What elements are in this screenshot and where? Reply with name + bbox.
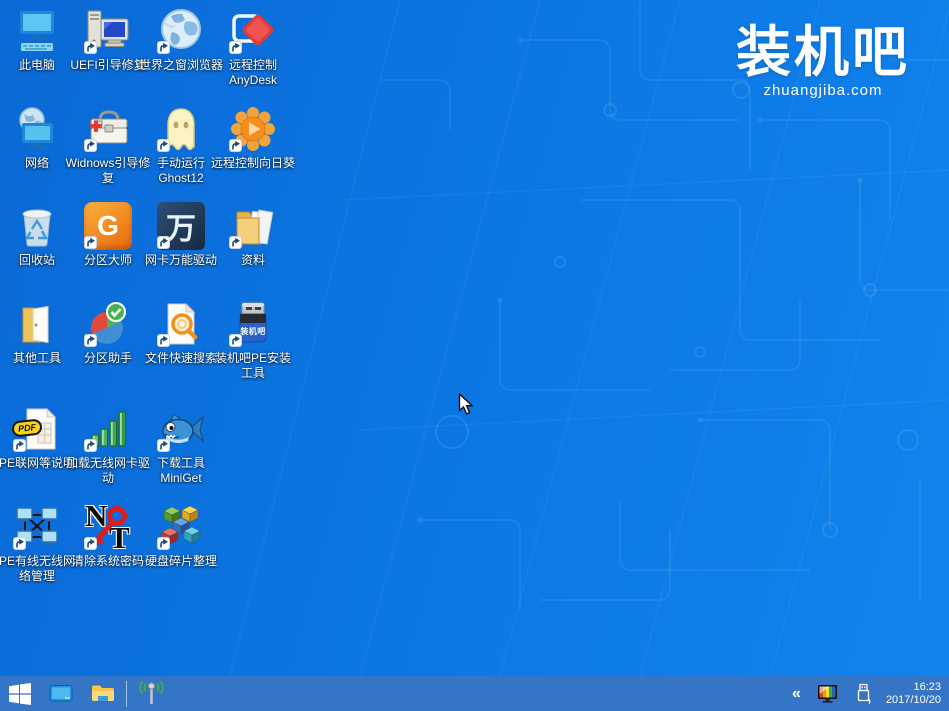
desktop-icon-diskgenius[interactable]: G 分区大师: [72, 202, 144, 268]
shortcut-arrow-overlay: [157, 41, 170, 54]
tray-expand-button[interactable]: «: [785, 676, 808, 711]
desktop-icon-documents-folder[interactable]: 资料: [217, 202, 289, 268]
pdf-badge-glyph: PDF: [18, 422, 37, 434]
start-button[interactable]: [0, 676, 40, 711]
icon-label: 硬盘碎片整理: [138, 554, 224, 569]
desktop-icon-zhuangjiba-pe-installer[interactable]: 装机吧 装机吧PE安装工具: [217, 300, 289, 381]
usb-device-icon: [856, 683, 871, 704]
shortcut-arrow-overlay: [84, 537, 97, 550]
shortcut-arrow-overlay: [84, 439, 97, 452]
shortcut-arrow-overlay: [84, 334, 97, 347]
display-settings-tray-button[interactable]: [808, 676, 847, 711]
desktop-icon-universal-nic-driver[interactable]: 万 网卡万能驱动: [145, 202, 217, 268]
clock-date: 2017/10/20: [886, 694, 941, 707]
this-pc-icon: [13, 7, 61, 55]
desktop-icon-miniget[interactable]: 下载工具MiniGet: [145, 405, 217, 486]
icon-label: 远程控制向日葵: [210, 156, 296, 171]
shortcut-arrow-overlay: [84, 41, 97, 54]
desktop-monitor-icon: [49, 684, 73, 703]
shortcut-arrow-overlay: [13, 537, 26, 550]
taskbar: « 16:23 2017/10/20: [0, 676, 949, 711]
diskgenius-glyph: G: [97, 210, 119, 242]
nic-driver-glyph: 万: [166, 204, 196, 248]
file-explorer-button[interactable]: [82, 676, 124, 711]
desktop-icon-clear-system-password[interactable]: N T 清除系统密码: [72, 503, 144, 569]
desktop-icon-pe-network-readme[interactable]: PDF PE联网等说明: [1, 405, 73, 471]
desktop-icon-sunflower-remote[interactable]: 远程控制向日葵: [217, 105, 289, 171]
display-rainbow-icon: [817, 684, 838, 704]
clock-time: 16:23: [886, 681, 941, 694]
shortcut-arrow-overlay: [157, 537, 170, 550]
shortcut-arrow-overlay: [13, 439, 26, 452]
desktop-icon-uefi-boot-repair[interactable]: UEFI引导修复: [72, 7, 144, 73]
recycle-bin-icon: [13, 202, 61, 250]
shortcut-arrow-overlay: [229, 139, 242, 152]
shortcut-arrow-overlay: [157, 439, 170, 452]
shortcut-arrow-overlay: [157, 139, 170, 152]
desktop[interactable]: 装机吧 zhuangjiba.com 此电脑 UEFI引导修复: [0, 0, 949, 711]
desktop-icon-this-pc[interactable]: 此电脑: [1, 7, 73, 73]
desktop-icon-ghost12[interactable]: 手动运行Ghost12: [145, 105, 217, 186]
desktop-icon-partition-assistant[interactable]: 分区助手: [72, 300, 144, 366]
desktop-icon-other-tools[interactable]: 其他工具: [1, 300, 73, 366]
shortcut-arrow-overlay: [157, 236, 170, 249]
desktop-icon-windows-boot-repair[interactable]: Widnows引导修复: [72, 105, 144, 186]
wireless-antenna-button[interactable]: [129, 676, 174, 711]
desktop-icon-world-window-browser[interactable]: 世界之窗浏览器: [145, 7, 217, 73]
network-icon: [13, 105, 61, 153]
usb-tray-button[interactable]: [847, 676, 880, 711]
file-explorer-folder-icon: [91, 684, 115, 703]
shortcut-arrow-overlay: [229, 41, 242, 54]
desktop-icon-disk-defrag[interactable]: 硬盘碎片整理: [145, 503, 217, 569]
icon-label: 下载工具MiniGet: [138, 456, 224, 486]
antenna-icon: [138, 681, 165, 706]
taskbar-clock[interactable]: 16:23 2017/10/20: [880, 681, 949, 707]
shortcut-arrow-overlay: [229, 334, 242, 347]
desktop-icon-anydesk-remote[interactable]: 远程控制AnyDesk: [217, 7, 289, 88]
icon-label: 装机吧PE安装工具: [210, 351, 296, 381]
icon-label: 资料: [210, 253, 296, 268]
desktop-icon-file-quick-search[interactable]: 文件快速搜索: [145, 300, 217, 366]
taskbar-separator: [126, 681, 127, 707]
desktop-icon-wifi-driver-loader[interactable]: 加载无线网卡驱动: [72, 405, 144, 486]
shortcut-arrow-overlay: [229, 236, 242, 249]
logo-title: 装机吧: [723, 24, 923, 82]
desktop-icon-pe-network-manager[interactable]: PE有线无线网络管理: [1, 503, 73, 584]
logo-subtitle: zhuangjiba.com: [723, 82, 923, 99]
desktop-icon-recycle-bin[interactable]: 回收站: [1, 202, 73, 268]
shortcut-arrow-overlay: [157, 334, 170, 347]
icon-label: 远程控制AnyDesk: [210, 58, 296, 88]
desktop-icon-network[interactable]: 网络: [1, 105, 73, 171]
show-desktop-button[interactable]: [40, 676, 82, 711]
windows-logo-icon: [9, 683, 31, 705]
mouse-cursor: [458, 393, 475, 416]
shortcut-arrow-overlay: [84, 139, 97, 152]
other-tools-folder-icon: [13, 300, 61, 348]
shortcut-arrow-overlay: [84, 236, 97, 249]
zhuangjiba-logo: 装机吧 zhuangjiba.com: [723, 24, 923, 99]
